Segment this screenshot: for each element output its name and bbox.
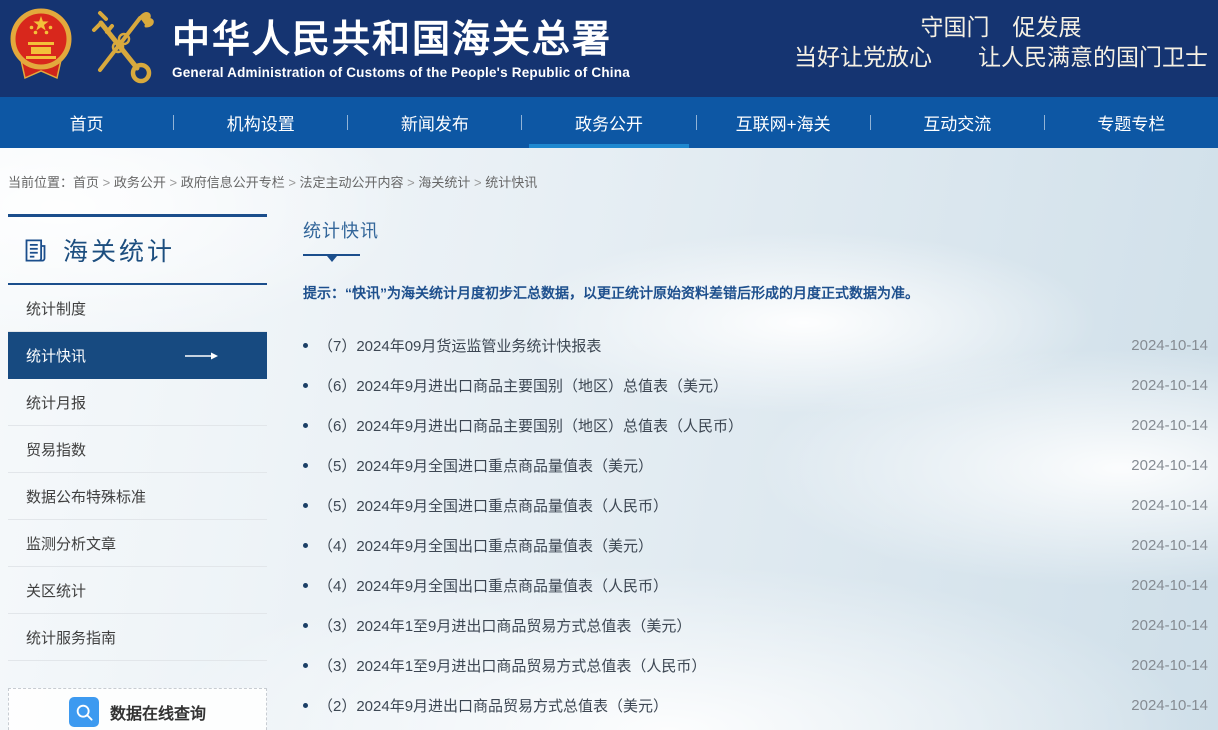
bullet-icon xyxy=(303,583,308,588)
bullet-icon xyxy=(303,703,308,708)
content: 海关统计 统计制度 统计快讯 统计月报 贸易指数 数据公布特殊标准 监测分析文章 xyxy=(0,206,1218,730)
title-underline xyxy=(303,254,360,256)
page-body: 当前位置：首页政务公开政府信息公开专栏法定主动公开内容海关统计统计快讯 xyxy=(0,148,1218,730)
breadcrumb-statistical-express[interactable]: 统计快讯 xyxy=(470,175,537,190)
bullet-icon xyxy=(303,503,308,508)
list-item: （3）2024年1至9月进出口商品贸易方式总值表（人民币） 2024-10-14 xyxy=(303,645,1208,685)
list-item: （4）2024年9月全国出口重点商品量值表（人民币） 2024-10-14 xyxy=(303,565,1208,605)
article-link[interactable]: （6）2024年9月进出口商品主要国别（地区）总值表（美元） xyxy=(318,375,728,396)
slogan-line2: 当好让党放心 让人民满意的国门卫士 xyxy=(794,44,1208,70)
sidebar-item-data-release-standards[interactable]: 数据公布特殊标准 xyxy=(8,473,267,520)
nav-item-special-topics[interactable]: 专题专栏 xyxy=(1045,97,1218,148)
sidebar-item-district-statistics[interactable]: 关区统计 xyxy=(8,567,267,614)
sidebar-section-title: 海关统计 xyxy=(63,232,175,268)
list-item: （6）2024年9月进出口商品主要国别（地区）总值表（美元） 2024-10-1… xyxy=(303,365,1208,405)
bullet-icon xyxy=(303,343,308,348)
article-list: （7）2024年09月货运监管业务统计快报表 2024-10-14 （6）202… xyxy=(303,325,1208,725)
article-date: 2024-10-14 xyxy=(1131,577,1208,594)
article-link[interactable]: （7）2024年09月货运监管业务统计快报表 xyxy=(318,335,601,356)
article-date: 2024-10-14 xyxy=(1131,497,1208,514)
breadcrumb-customs-statistics[interactable]: 海关统计 xyxy=(404,175,471,190)
breadcrumb-gov-affairs[interactable]: 政务公开 xyxy=(99,175,166,190)
document-icon xyxy=(22,237,49,264)
sidebar-item-statistical-system[interactable]: 统计制度 xyxy=(8,285,267,332)
article-link[interactable]: （4）2024年9月全国出口重点商品量值表（美元） xyxy=(318,535,653,556)
article-date: 2024-10-14 xyxy=(1131,457,1208,474)
article-link[interactable]: （3）2024年1至9月进出口商品贸易方式总值表（美元） xyxy=(318,615,691,636)
article-link[interactable]: （3）2024年1至9月进出口商品贸易方式总值表（人民币） xyxy=(318,655,706,676)
page-title: 统计快讯 xyxy=(303,218,1208,244)
list-item: （5）2024年9月全国进口重点商品量值表（人民币） 2024-10-14 xyxy=(303,485,1208,525)
list-item: （4）2024年9月全国出口重点商品量值表（美元） 2024-10-14 xyxy=(303,525,1208,565)
article-link[interactable]: （4）2024年9月全国出口重点商品量值表（人民币） xyxy=(318,575,668,596)
sidebar-item-monthly-report[interactable]: 统计月报 xyxy=(8,379,267,426)
article-date: 2024-10-14 xyxy=(1131,657,1208,674)
nav-item-organization[interactable]: 机构设置 xyxy=(174,97,347,148)
article-date: 2024-10-14 xyxy=(1131,617,1208,634)
search-icon xyxy=(69,697,99,727)
main-nav: 首页 机构设置 新闻发布 政务公开 互联网+海关 互动交流 专题专栏 xyxy=(0,97,1218,148)
bullet-icon xyxy=(303,543,308,548)
breadcrumb-home[interactable]: 首页 xyxy=(73,175,99,190)
slogan-line1: 守国门 促发展 xyxy=(921,14,1082,40)
site-title-block: 中华人民共和国海关总署 General Administration of Cu… xyxy=(172,18,630,80)
bullet-icon xyxy=(303,623,308,628)
sidebar-item-trade-index[interactable]: 贸易指数 xyxy=(8,426,267,473)
nav-item-news[interactable]: 新闻发布 xyxy=(348,97,521,148)
online-data-query-label: 数据在线查询 xyxy=(110,700,206,724)
national-emblem-icon xyxy=(10,6,72,91)
breadcrumb-statutory-content[interactable]: 法定主动公开内容 xyxy=(285,175,404,190)
article-date: 2024-10-14 xyxy=(1131,417,1208,434)
list-item: （7）2024年09月货运监管业务统计快报表 2024-10-14 xyxy=(303,325,1208,365)
article-link[interactable]: （2）2024年9月进出口商品贸易方式总值表（美元） xyxy=(318,695,668,716)
article-link[interactable]: （6）2024年9月进出口商品主要国别（地区）总值表（人民币） xyxy=(318,415,743,436)
sidebar-item-monitoring-analysis[interactable]: 监测分析文章 xyxy=(8,520,267,567)
tip-text: 提示：“快讯”为海关统计月度初步汇总数据，以更正统计原始资料差错后形成的月度正式… xyxy=(303,283,1208,303)
customs-emblem-icon xyxy=(88,6,154,91)
article-date: 2024-10-14 xyxy=(1131,337,1208,354)
sidebar-item-service-guide[interactable]: 统计服务指南 xyxy=(8,614,267,661)
bullet-icon xyxy=(303,383,308,388)
article-link[interactable]: （5）2024年9月全国进口重点商品量值表（美元） xyxy=(318,455,653,476)
article-link[interactable]: （5）2024年9月全国进口重点商品量值表（人民币） xyxy=(318,495,668,516)
sidebar-menu: 统计制度 统计快讯 统计月报 贸易指数 数据公布特殊标准 监测分析文章 关区统计… xyxy=(8,285,267,661)
breadcrumb-label: 当前位置： xyxy=(8,175,73,190)
site-title: 中华人民共和国海关总署 xyxy=(172,18,630,62)
nav-item-interaction[interactable]: 互动交流 xyxy=(871,97,1044,148)
nav-item-home[interactable]: 首页 xyxy=(0,97,173,148)
article-date: 2024-10-14 xyxy=(1131,377,1208,394)
site-subtitle: General Administration of Customs of the… xyxy=(172,65,630,80)
list-item: （3）2024年1至9月进出口商品贸易方式总值表（美元） 2024-10-14 xyxy=(303,605,1208,645)
bullet-icon xyxy=(303,423,308,428)
page: 中华人民共和国海关总署 General Administration of Cu… xyxy=(0,0,1218,730)
sidebar-item-statistical-express[interactable]: 统计快讯 xyxy=(8,332,267,379)
sidebar-section-header: 海关统计 xyxy=(8,214,267,285)
arrow-right-icon xyxy=(185,351,219,361)
sidebar: 海关统计 统计制度 统计快讯 统计月报 贸易指数 数据公布特殊标准 监测分析文章 xyxy=(8,214,267,730)
bullet-icon xyxy=(303,663,308,668)
list-item: （2）2024年9月进出口商品贸易方式总值表（美元） 2024-10-14 xyxy=(303,685,1208,725)
list-item: （6）2024年9月进出口商品主要国别（地区）总值表（人民币） 2024-10-… xyxy=(303,405,1208,445)
list-item: （5）2024年9月全国进口重点商品量值表（美元） 2024-10-14 xyxy=(303,445,1208,485)
online-data-query-button[interactable]: 数据在线查询 xyxy=(8,688,267,730)
banner-slogans: 守国门 促发展当好让党放心 让人民满意的国门卫士 xyxy=(794,12,1208,72)
breadcrumb: 当前位置：首页政务公开政府信息公开专栏法定主动公开内容海关统计统计快讯 xyxy=(0,148,1218,206)
main-panel: 统计快讯 提示：“快讯”为海关统计月度初步汇总数据，以更正统计原始资料差错后形成… xyxy=(289,206,1208,730)
bullet-icon xyxy=(303,463,308,468)
sidebar-item-label: 统计快讯 xyxy=(26,345,86,366)
article-date: 2024-10-14 xyxy=(1131,697,1208,714)
breadcrumb-info-disclosure[interactable]: 政府信息公开专栏 xyxy=(166,175,285,190)
nav-item-internet-customs[interactable]: 互联网+海关 xyxy=(697,97,870,148)
top-banner: 中华人民共和国海关总署 General Administration of Cu… xyxy=(0,0,1218,97)
article-date: 2024-10-14 xyxy=(1131,537,1208,554)
nav-item-gov-affairs[interactable]: 政务公开 xyxy=(522,97,695,148)
